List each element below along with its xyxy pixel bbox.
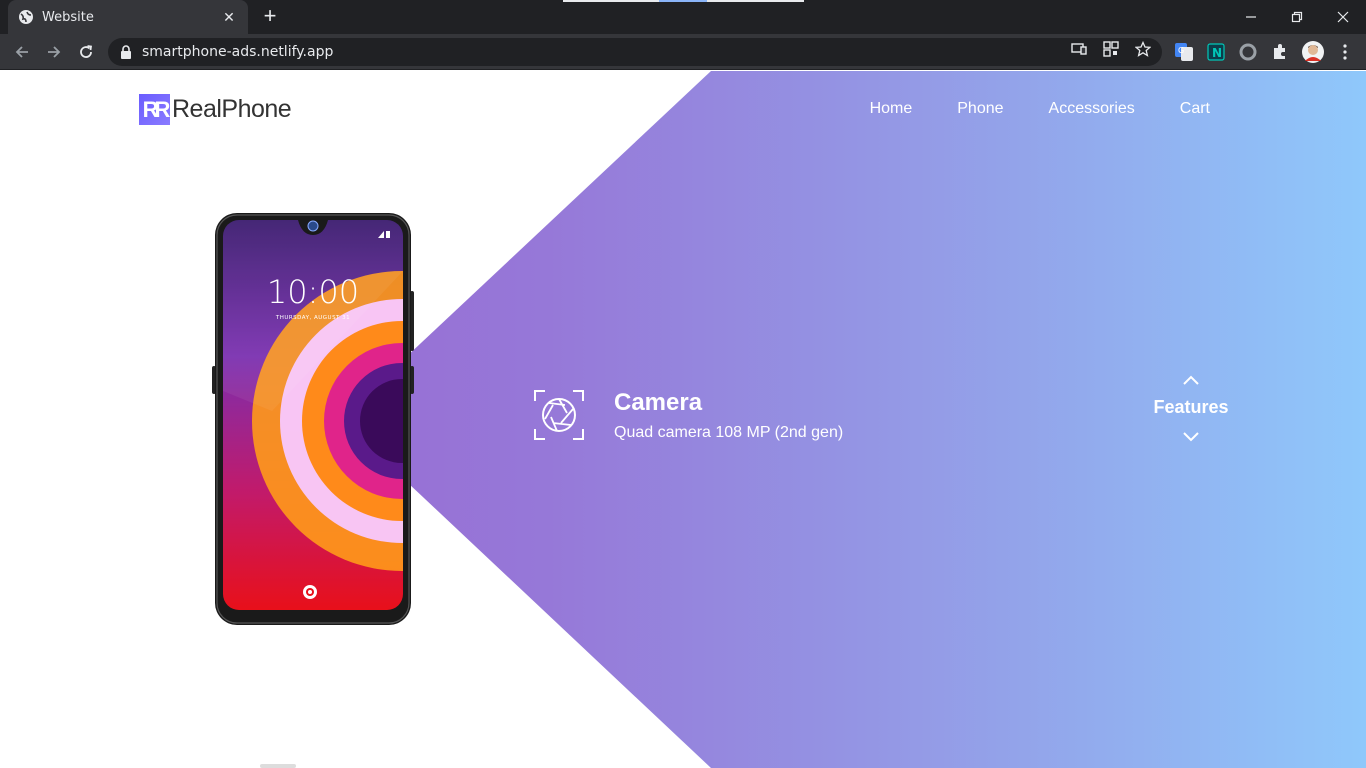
reload-button[interactable] <box>72 39 100 65</box>
feature-description: Quad camera 108 MP (2nd gen) <box>614 424 844 441</box>
chevron-down-icon[interactable] <box>1181 430 1201 444</box>
nav-link-home[interactable]: Home <box>870 100 913 118</box>
forward-button[interactable] <box>40 39 68 65</box>
close-tab-icon[interactable]: ✕ <box>220 9 238 26</box>
camera-aperture-icon <box>534 390 584 440</box>
nav-link-phone[interactable]: Phone <box>957 100 1003 118</box>
logo-text: RealPhone <box>172 95 292 123</box>
translate-extension-icon[interactable]: G <box>1174 42 1194 62</box>
logo-mark: RR <box>139 94 170 125</box>
features-label: Features <box>1153 397 1229 417</box>
restore-button[interactable] <box>1274 0 1320 34</box>
browser-menu-icon[interactable] <box>1335 42 1355 62</box>
globe-icon <box>18 9 34 25</box>
site-logo[interactable]: RR RealPhone <box>139 94 292 125</box>
browser-tab-bar: Website ✕ + <box>0 0 1366 34</box>
smartphone-image: 10:00 THURSDAY, AUGUST 31 <box>212 213 414 625</box>
nav-link-cart[interactable]: Cart <box>1180 100 1210 118</box>
web-page: RR RealPhone Home Phone Accessories Cart <box>0 71 1366 768</box>
n-extension-icon[interactable]: N <box>1206 42 1226 62</box>
feature-title: Camera <box>614 389 703 416</box>
phone-clock: 10:00 <box>267 273 359 311</box>
browser-tab[interactable]: Website ✕ <box>8 0 248 34</box>
svg-text:N: N <box>1212 46 1222 60</box>
window-drag-mark <box>563 0 659 2</box>
svg-text:G: G <box>1178 46 1184 55</box>
browser-toolbar: smartphone-ads.netlify.app G N <box>0 34 1366 70</box>
extensions-puzzle-icon[interactable] <box>1270 42 1290 62</box>
window-drag-mark-accent <box>659 0 707 2</box>
bookmark-star-icon[interactable] <box>1134 40 1152 58</box>
address-bar[interactable]: smartphone-ads.netlify.app <box>108 38 1162 66</box>
chevron-up-icon[interactable] <box>1181 373 1201 387</box>
cast-icon[interactable] <box>1070 40 1088 58</box>
lock-icon <box>120 45 132 59</box>
nav-link-accessories[interactable]: Accessories <box>1049 100 1135 118</box>
qr-code-icon[interactable] <box>1102 40 1120 58</box>
main-navigation: Home Phone Accessories Cart <box>870 100 1210 118</box>
close-window-button[interactable] <box>1320 0 1366 34</box>
url-text: smartphone-ads.netlify.app <box>142 44 334 60</box>
window-drag-mark-end <box>707 0 804 2</box>
phone-date: THURSDAY, AUGUST 31 <box>275 315 350 321</box>
circle-extension-icon[interactable] <box>1238 42 1258 62</box>
new-tab-button[interactable]: + <box>258 5 282 29</box>
scroll-hint-bar <box>260 764 296 768</box>
minimize-button[interactable] <box>1228 0 1274 34</box>
back-button[interactable] <box>8 39 36 65</box>
profile-avatar[interactable] <box>1301 40 1325 64</box>
tab-title: Website <box>42 9 94 25</box>
feature-switcher: Features <box>1144 373 1238 463</box>
